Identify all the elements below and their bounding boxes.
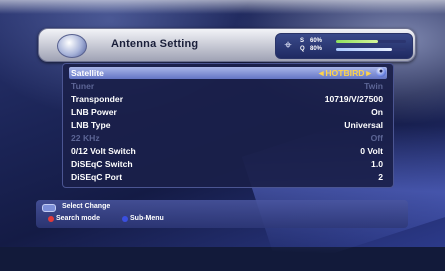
menu-item-diseqc-switch[interactable]: DiSEqC Switch 1.0 — [69, 158, 387, 170]
blue-button-icon — [122, 216, 128, 222]
strength-bar — [336, 40, 406, 43]
screen-glare — [0, 0, 445, 14]
menu-item-label: 22 KHz — [71, 133, 100, 143]
menu-item-22khz[interactable]: 22 KHz Off — [69, 132, 387, 144]
menu-item-value: 0 Volt — [360, 146, 383, 156]
ok-button-icon: ● — [376, 67, 386, 77]
menu-item-value: 2 — [378, 172, 383, 182]
select-change-hint: Select Change — [62, 203, 111, 210]
menu-item-satellite[interactable]: Satellite ◄HOTBIRD► ● — [69, 67, 387, 79]
menu-item-value: ◄HOTBIRD► — [316, 68, 373, 78]
menu-item-label: DiSEqC Port — [71, 172, 123, 182]
menu-item-label: Satellite — [71, 68, 104, 78]
menu-item-tuner[interactable]: Tuner Twin — [69, 80, 387, 92]
menu-item-transponder[interactable]: Transponder 10719/V/27500 — [69, 93, 387, 105]
menu-item-diseqc-port[interactable]: DiSEqC Port 2 — [69, 171, 387, 183]
menu-item-value: 1.0 — [371, 159, 383, 169]
menu-item-value: 10719/V/27500 — [324, 94, 383, 104]
sub-menu-hint: Sub-Menu — [130, 215, 164, 222]
settings-menu: Satellite ◄HOTBIRD► ● Tuner Twin Transpo… — [62, 63, 394, 188]
help-bar: Select Change Search mode Sub-Menu — [36, 200, 408, 228]
search-mode-hint: Search mode — [56, 215, 100, 222]
menu-item-value: Twin — [364, 81, 383, 91]
nav-keys-icon — [42, 204, 56, 212]
menu-item-label: 0/12 Volt Switch — [71, 146, 136, 156]
quality-label: Q — [300, 46, 305, 52]
strength-value: 60% — [310, 38, 323, 44]
menu-item-label: DiSEqC Switch — [71, 159, 133, 169]
menu-item-label: LNB Power — [71, 107, 117, 117]
menu-item-lnb-type[interactable]: LNB Type Universal — [69, 119, 387, 131]
strength-bar-fill — [336, 40, 378, 43]
menu-item-value: On — [371, 107, 383, 117]
red-button-icon — [48, 216, 54, 222]
quality-bar — [336, 48, 406, 51]
quality-value: 80% — [310, 46, 323, 52]
menu-item-label: LNB Type — [71, 120, 111, 130]
quality-bar-fill — [336, 48, 392, 51]
strength-label: S — [300, 38, 305, 44]
menu-item-value: Off — [370, 133, 383, 143]
page-title: Antenna Setting — [111, 38, 199, 50]
signal-meter: ⌖ S 60% Q 80% — [275, 33, 413, 59]
menu-item-label: Transponder — [71, 94, 124, 104]
signal-meter-icon: ⌖ — [284, 37, 292, 52]
title-bar: Antenna Setting ⌖ S 60% Q 80% — [38, 28, 416, 62]
menu-item-lnb-power[interactable]: LNB Power On — [69, 106, 387, 118]
menu-item-0-12-volt-switch[interactable]: 0/12 Volt Switch 0 Volt — [69, 145, 387, 157]
menu-item-label: Tuner — [71, 81, 95, 91]
satellite-globe-icon — [57, 34, 87, 58]
menu-item-value: Universal — [344, 120, 383, 130]
